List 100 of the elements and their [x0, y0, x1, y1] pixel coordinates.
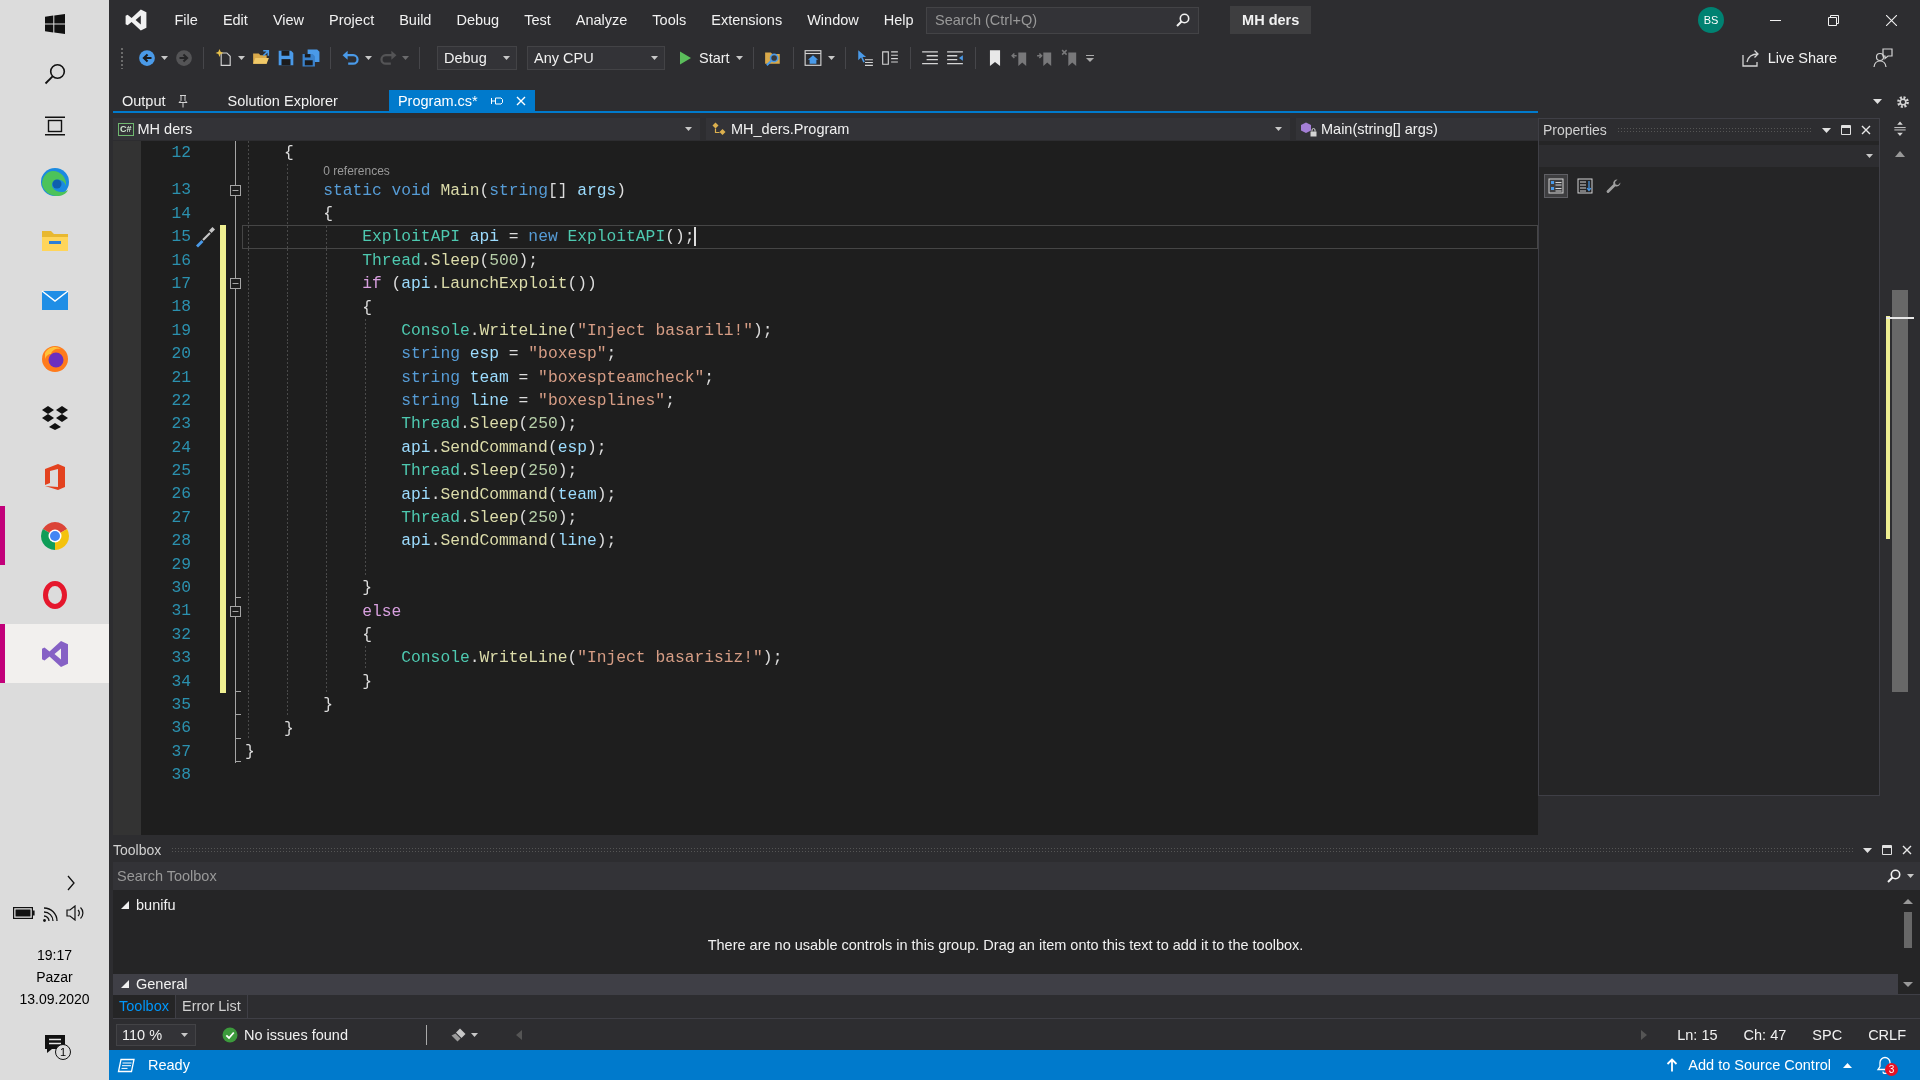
maximize-icon[interactable]: [1841, 125, 1851, 135]
collapse-icon[interactable]: [229, 278, 241, 290]
search-icon[interactable]: [43, 63, 66, 85]
start-icon[interactable]: [44, 14, 65, 34]
collapse-icon[interactable]: [229, 605, 241, 617]
source-control-link[interactable]: Add to Source Control: [1688, 1057, 1831, 1073]
references-link[interactable]: 0 references: [323, 164, 390, 179]
fox-globe-icon: [39, 343, 70, 374]
uncomment-lines-icon[interactable]: [946, 49, 965, 67]
line-ending-indicator[interactable]: CRLF: [1868, 1026, 1906, 1043]
group-header[interactable]: bunifu: [113, 894, 1898, 916]
type-dropdown[interactable]: MH_ders.Program: [706, 118, 1290, 140]
document-tab[interactable]: Solution Explorer: [218, 90, 347, 111]
feedback-icon[interactable]: [1873, 48, 1893, 68]
task-view-icon[interactable]: [43, 116, 66, 136]
search-field[interactable]: Search Toolbox: [113, 862, 1920, 890]
menu-item[interactable]: Edit: [210, 8, 261, 32]
restore-icon: [1827, 14, 1839, 26]
line-number: 28: [170, 530, 191, 553]
close-icon[interactable]: [1902, 845, 1912, 855]
configuration-dropdown[interactable]: Debug: [437, 46, 517, 70]
share-icon: [1740, 49, 1760, 67]
dropdown-icon[interactable]: [1822, 127, 1831, 133]
wifi-icon[interactable]: [42, 904, 59, 922]
menu-item[interactable]: Tools: [639, 8, 699, 32]
code-line: Console.WriteLine("Inject basarisiz!");: [401, 647, 783, 669]
undo-icon[interactable]: [341, 49, 360, 67]
screwdriver-icon[interactable]: [193, 225, 216, 248]
line-number: 34: [170, 670, 191, 693]
start-button[interactable]: Start: [675, 50, 734, 66]
clock-time[interactable]: 19:17: [36, 944, 72, 966]
menu-item[interactable]: Help: [871, 8, 927, 32]
overflow-icon[interactable]: [1086, 53, 1095, 63]
panel-tab[interactable]: Toolbox: [113, 995, 176, 1018]
panels-icon[interactable]: [881, 49, 900, 67]
pointer-list-icon[interactable]: [856, 49, 875, 67]
menu-item[interactable]: File: [162, 8, 211, 32]
house-window-icon[interactable]: [804, 49, 823, 67]
brush-icon[interactable]: [451, 1026, 467, 1043]
settings-icon[interactable]: [1896, 94, 1910, 109]
pin-icon[interactable]: [489, 95, 504, 106]
maximize-icon[interactable]: [1882, 845, 1892, 855]
split-icon[interactable]: [1892, 121, 1908, 137]
volume-icon[interactable]: [66, 905, 84, 921]
comment-lines-icon[interactable]: [921, 49, 940, 67]
document-tab[interactable]: Program.cs*: [388, 90, 535, 111]
caret-icon[interactable]: [1907, 874, 1914, 878]
line-number: 26: [170, 483, 191, 506]
battery-icon[interactable]: [13, 907, 35, 919]
clock-day[interactable]: Pazar: [36, 966, 73, 988]
up-arrow-icon[interactable]: [1666, 1058, 1679, 1072]
swirl-icon: [39, 166, 70, 197]
account-avatar[interactable]: BS: [1698, 7, 1724, 33]
caret-icon[interactable]: [238, 56, 245, 60]
caret-icon[interactable]: [365, 56, 372, 60]
caret-icon[interactable]: [1843, 1062, 1852, 1068]
search-icon[interactable]: [1887, 869, 1901, 883]
caret-icon[interactable]: [1873, 99, 1882, 104]
close-icon[interactable]: [1861, 125, 1871, 135]
search-field[interactable]: Search (Ctrl+Q): [926, 6, 1200, 34]
menu-item[interactable]: Project: [316, 8, 387, 32]
folder-search-icon[interactable]: [764, 49, 783, 67]
menu-item[interactable]: View: [260, 8, 317, 32]
pin-icon[interactable]: [177, 93, 188, 108]
caret-icon[interactable]: [827, 56, 835, 60]
menu-item[interactable]: Window: [794, 8, 872, 32]
sort-list-icon: [1577, 178, 1593, 194]
search-icon[interactable]: [1176, 12, 1191, 27]
status-icon: [117, 1057, 135, 1073]
chevron-icon[interactable]: [66, 875, 76, 891]
member-dropdown[interactable]: Main(string[] args): [1296, 118, 1538, 140]
menu-item[interactable]: Analyze: [563, 8, 640, 32]
menu-item[interactable]: Debug: [443, 8, 512, 32]
caret-icon[interactable]: [161, 56, 168, 60]
open-folder-icon[interactable]: [251, 49, 270, 67]
line-number: 31: [170, 600, 191, 623]
menu-item[interactable]: Build: [386, 8, 444, 32]
project-dropdown[interactable]: C# MH ders: [113, 118, 700, 140]
menu-item[interactable]: Test: [511, 8, 564, 32]
new-page-icon[interactable]: [214, 49, 233, 67]
caret-icon[interactable]: [471, 1032, 478, 1037]
dropdown-icon[interactable]: [1863, 847, 1872, 853]
platform-dropdown[interactable]: Any CPU: [527, 46, 665, 70]
live-share-button[interactable]: Live Share: [1736, 49, 1841, 67]
whitespace-indicator[interactable]: SPC: [1812, 1026, 1843, 1043]
menu-item[interactable]: Extensions: [698, 8, 795, 32]
group-header[interactable]: General: [113, 974, 1898, 994]
document-tab[interactable]: Output: [113, 90, 197, 111]
panel-tab[interactable]: Error List: [176, 995, 248, 1018]
collapse-icon[interactable]: [229, 184, 241, 196]
clock-date[interactable]: 13.09.2020: [19, 988, 90, 1010]
save-all-icon[interactable]: [301, 49, 320, 67]
zoom-dropdown[interactable]: 110 %: [116, 1023, 196, 1046]
categorized-button[interactable]: [1544, 174, 1568, 198]
wrench-icon: [1606, 178, 1622, 194]
notification-badge: 1: [55, 1044, 71, 1060]
issues-status[interactable]: No issues found: [244, 1026, 348, 1043]
code-line: {: [362, 296, 372, 318]
caret-icon[interactable]: [735, 56, 743, 60]
save-icon[interactable]: [276, 49, 295, 67]
